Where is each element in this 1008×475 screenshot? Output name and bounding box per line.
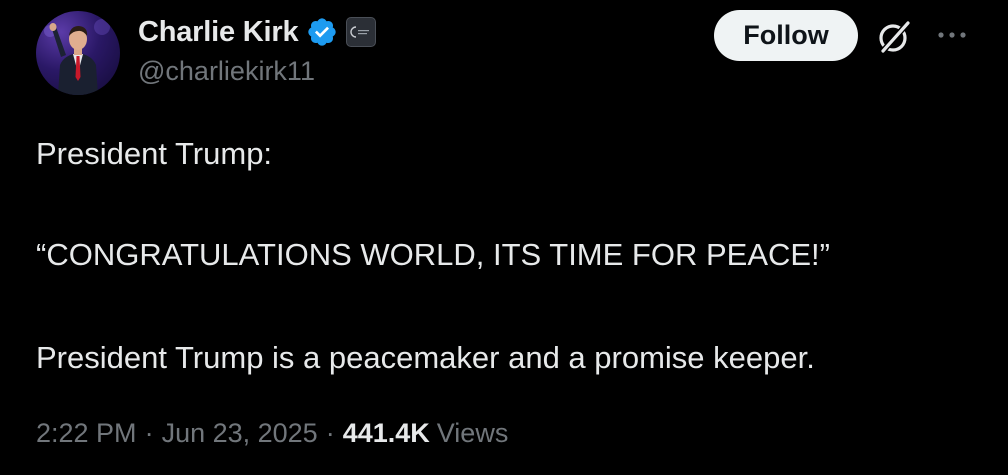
author-name-row: Charlie Kirk [138,12,377,52]
tweet-text-line: President Trump: [36,136,273,171]
grok-icon[interactable] [874,17,914,57]
affiliate-badge-icon[interactable] [346,17,377,47]
post-date[interactable]: Jun 23, 2025 [162,418,318,449]
avatar-image [44,19,110,95]
follow-button[interactable]: Follow [714,10,858,61]
meta-separator: · [144,418,154,448]
views-label[interactable]: Views [437,418,509,449]
tweet-text-line: President Trump is a peacemaker and a pr… [36,340,815,375]
author-handle[interactable]: @charliekirk11 [138,56,315,87]
meta-separator: · [325,418,335,448]
tweet-text-line: “CONGRATULATIONS WORLD, ITS TIME FOR PEA… [36,237,830,272]
tweet-meta: 2:22 PM · Jun 23, 2025 · 441.4K Views [36,418,508,449]
more-options-icon[interactable] [934,23,970,47]
verified-badge-icon[interactable] [306,16,338,48]
tweet-card: Charlie Kirk @charliekirk11 Follow Presi… [0,0,1008,475]
avatar[interactable] [36,11,120,95]
affiliate-logo-icon [350,26,370,38]
post-time[interactable]: 2:22 PM [36,418,137,449]
views-count[interactable]: 441.4K [343,418,430,449]
display-name[interactable]: Charlie Kirk [138,16,299,49]
